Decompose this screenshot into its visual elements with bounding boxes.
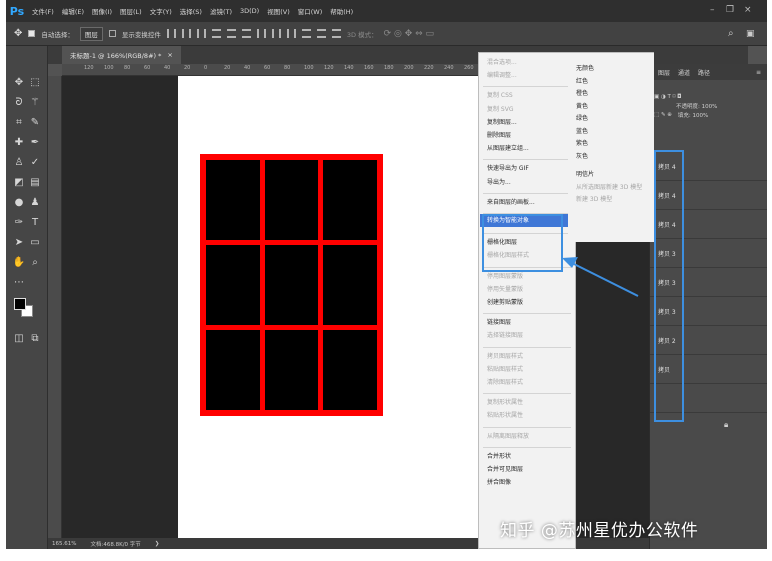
arrow-head [562,257,578,268]
arrow-line [569,261,639,297]
annotation-arrow [562,257,639,297]
photoshop-window: Ps 文件(F) 编辑(E) 图像(I) 图层(L) 文字(Y) 选择(S) 滤… [6,0,767,549]
watermark: 知乎 @苏州星优办公软件 [500,521,699,541]
foreground-color-swatch[interactable] [14,298,26,310]
